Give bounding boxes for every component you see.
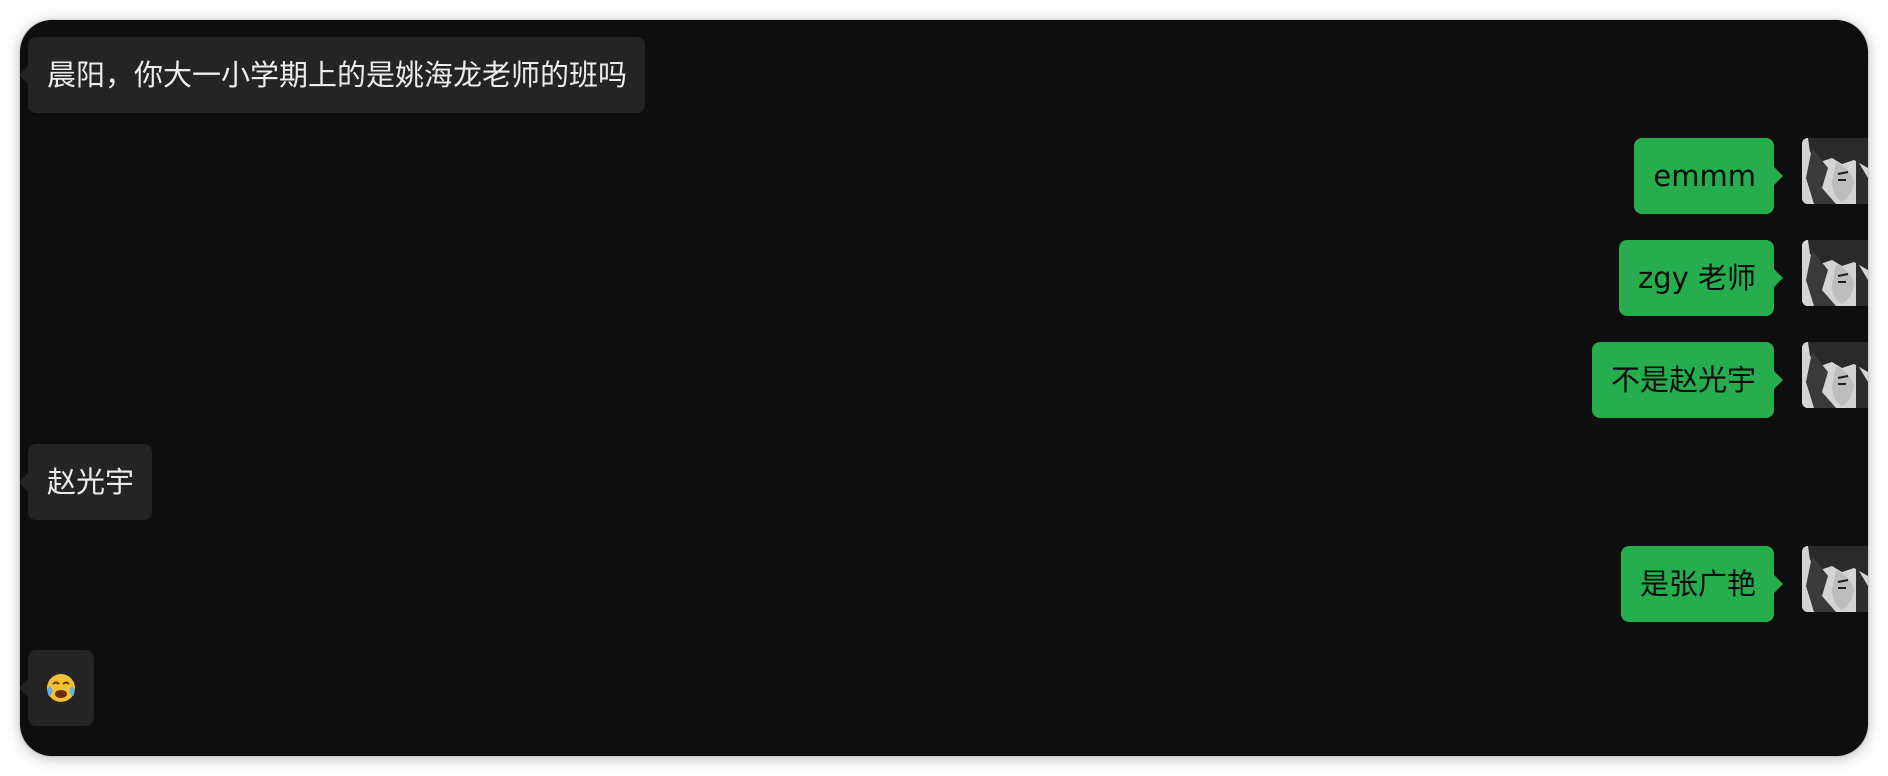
incoming-message-bubble[interactable] — [20, 650, 94, 726]
user-avatar[interactable] — [1802, 240, 1868, 306]
incoming-message-bubble[interactable]: 赵光宇 — [20, 444, 153, 520]
message-text: 是张广艳 — [1639, 567, 1756, 601]
crying-face-emoji — [47, 674, 75, 702]
chat-window: 晨阳，你大一小学期上的是姚海龙老师的班吗 emmm zgy 老师 不是赵光宇 赵… — [20, 20, 1868, 756]
user-avatar[interactable] — [1802, 138, 1868, 204]
incoming-message-bubble[interactable]: 晨阳，你大一小学期上的是姚海龙老师的班吗 — [20, 37, 646, 113]
message-text: zgy 老师 — [1637, 261, 1756, 295]
outgoing-message-bubble[interactable]: emmm — [1634, 138, 1783, 214]
manga-portrait-avatar — [1802, 546, 1868, 612]
message-text: 晨阳，你大一小学期上的是姚海龙老师的班吗 — [47, 58, 628, 92]
message-text: emmm — [1653, 159, 1756, 193]
user-avatar[interactable] — [1802, 342, 1868, 408]
manga-portrait-avatar — [1802, 342, 1868, 408]
outgoing-message-bubble[interactable]: zgy 老师 — [1618, 240, 1784, 316]
outgoing-message-bubble[interactable]: 不是赵光宇 — [1591, 342, 1784, 418]
manga-portrait-avatar — [1802, 138, 1868, 204]
outgoing-message-bubble[interactable]: 是张广艳 — [1620, 546, 1784, 622]
manga-portrait-avatar — [1802, 240, 1868, 306]
user-avatar[interactable] — [1802, 546, 1868, 612]
message-text: 不是赵光宇 — [1610, 363, 1756, 397]
message-text: 赵光宇 — [47, 465, 135, 499]
